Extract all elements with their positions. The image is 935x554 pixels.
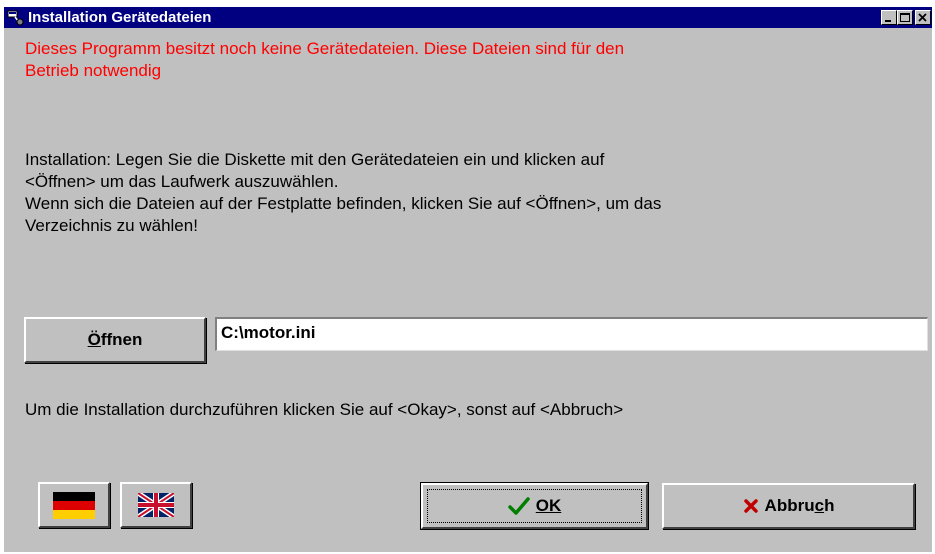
open-button[interactable]: Öffnen	[24, 317, 206, 363]
title-bar[interactable]: Installation Gerätedateien	[4, 7, 932, 28]
close-button[interactable]	[915, 10, 931, 25]
instruction-line-4: Verzeichnis zu wählen!	[25, 216, 198, 235]
language-english-button[interactable]	[120, 482, 192, 528]
maximize-button[interactable]	[897, 10, 913, 25]
instruction-line-3: Wenn sich die Dateien auf der Festplatte…	[25, 194, 662, 213]
cancel-button-label: Abbruch	[765, 496, 835, 516]
cancel-label-before: Abbru	[764, 496, 815, 515]
open-button-label: Öffnen	[88, 330, 143, 350]
x-icon	[743, 499, 758, 513]
open-button-mnemonic: Ö	[87, 330, 101, 349]
close-icon	[918, 13, 927, 22]
window-title: Installation Gerätedateien	[28, 9, 212, 26]
minimize-button[interactable]	[881, 10, 897, 25]
cancel-label-mnemonic: c	[814, 496, 825, 515]
installer-window: Installation Gerätedateien Dieses Progra…	[4, 7, 932, 552]
cancel-label-after: h	[824, 496, 835, 515]
app-icon	[7, 10, 24, 26]
uk-flag-icon	[138, 493, 174, 517]
open-button-label-rest: ffnen	[100, 330, 143, 349]
ok-button[interactable]: OK	[420, 482, 649, 530]
germany-flag-icon	[53, 491, 95, 519]
focus-rectangle	[427, 489, 642, 523]
confirm-instruction: Um die Installation durchzuführen klicke…	[25, 400, 624, 419]
minimize-icon	[885, 20, 891, 22]
file-path-field[interactable]: C:\motor.ini	[215, 317, 928, 351]
instruction-line-2: <Öffnen> um das Laufwerk auszuwählen.	[25, 172, 339, 191]
warning-line-2: Betrieb notwendig	[25, 61, 162, 80]
language-german-button[interactable]	[38, 482, 110, 528]
instruction-line-1: Installation: Legen Sie die Diskette mit…	[25, 150, 605, 169]
warning-line-1: Dieses Programm besitzt noch keine Gerät…	[25, 39, 625, 58]
cancel-button[interactable]: Abbruch	[662, 483, 915, 529]
maximize-icon	[900, 13, 910, 22]
